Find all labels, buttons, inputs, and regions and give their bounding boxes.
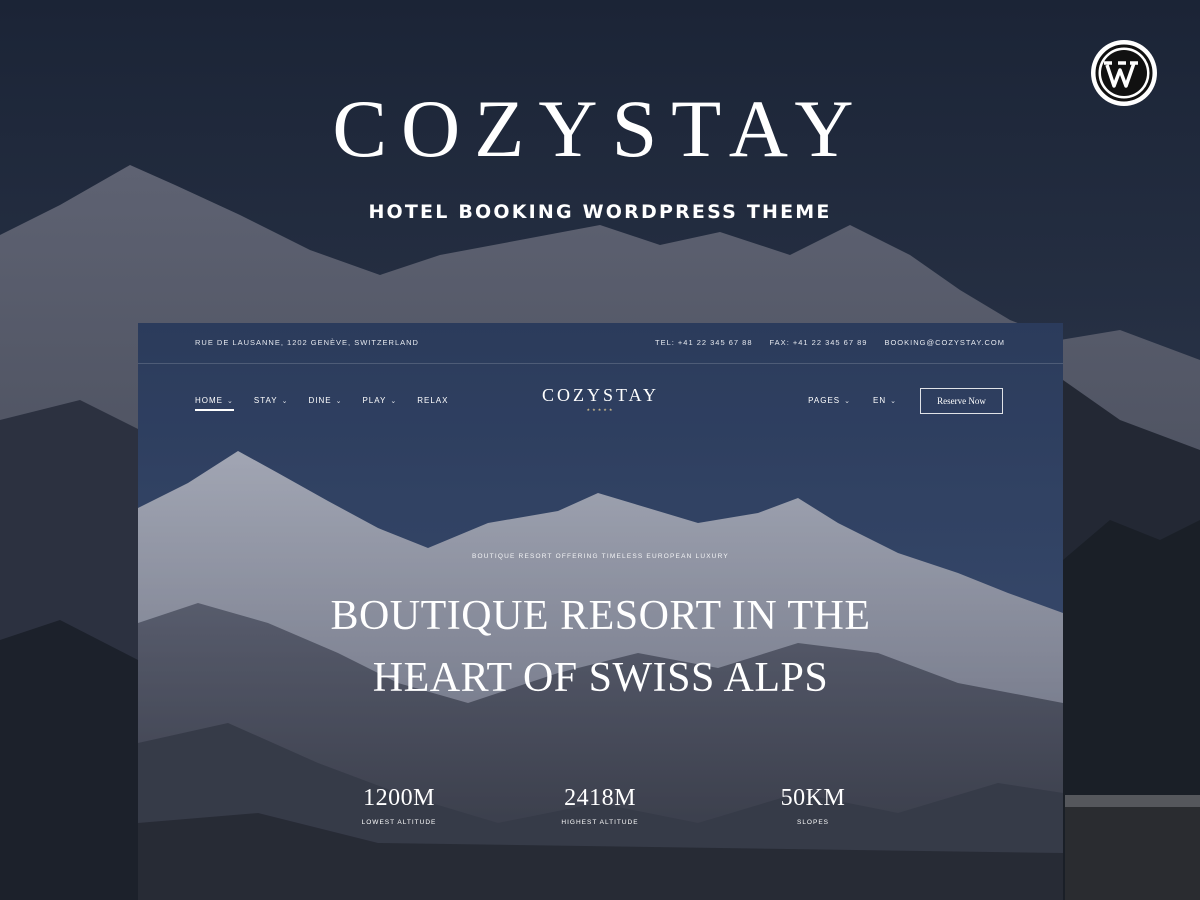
fax-text: FAX: +41 22 345 67 89 — [769, 338, 868, 347]
nav-item-pages[interactable]: PAGES ⌄ — [808, 396, 851, 405]
stat-highest-altitude: 2418M HIGHEST ALTITUDE — [510, 785, 690, 826]
language-selector[interactable]: EN ⌄ — [873, 396, 897, 405]
stat-value: 1200M — [363, 785, 435, 811]
theme-preview-window: RUE DE LAUSANNE, 1202 GENÈVE, SWITZERLAN… — [138, 323, 1063, 900]
chevron-down-icon: ⌄ — [890, 398, 897, 405]
stat-label: LOWEST ALTITUDE — [361, 819, 437, 826]
main-navigation: HOME ⌄ STAY ⌄ DINE ⌄ PLAY ⌄ RELAX COZYSTAY ★… — [138, 363, 1063, 443]
hero-title-line: BOUTIQUE RESORT IN THE — [330, 593, 871, 639]
hero-title-line: HEART OF SWISS ALPS — [372, 655, 829, 701]
reserve-now-button[interactable]: Reserve Now — [920, 388, 1003, 414]
stat-value: 2418M — [564, 785, 636, 811]
promo-subtitle: HOTEL BOOKING WORDPRESS THEME — [368, 201, 832, 223]
stat-value: 50KM — [780, 785, 846, 811]
email-link[interactable]: BOOKING@COZYSTAY.COM — [884, 338, 1005, 347]
contact-topbar: RUE DE LAUSANNE, 1202 GENÈVE, SWITZERLAN… — [138, 323, 1063, 364]
promo-banner: COZYSTAY HOTEL BOOKING WORDPRESS THEME R… — [0, 0, 1200, 900]
contact-info: TEL: +41 22 345 67 88 FAX: +41 22 345 67… — [655, 338, 1005, 347]
stat-label: HIGHEST ALTITUDE — [561, 819, 639, 826]
nav-item-label: EN — [873, 396, 887, 405]
stat-lowest-altitude: 1200M LOWEST ALTITUDE — [309, 785, 489, 826]
nav-right-menu: PAGES ⌄ EN ⌄ — [808, 396, 897, 405]
nav-item-label: PAGES — [808, 396, 841, 405]
stat-label: SLOPES — [796, 819, 829, 826]
stat-slopes: 50KM SLOPES — [723, 785, 903, 826]
hero-title: BOUTIQUE RESORT IN THE HEART OF SWISS AL… — [138, 585, 1063, 709]
wordpress-logo-icon — [1091, 40, 1157, 106]
chevron-down-icon: ⌄ — [844, 398, 851, 405]
hero-eyebrow: BOUTIQUE RESORT OFFERING TIMELESS EUROPE… — [472, 553, 729, 560]
address-text: RUE DE LAUSANNE, 1202 GENÈVE, SWITZERLAN… — [195, 338, 419, 347]
phone-link[interactable]: TEL: +41 22 345 67 88 — [655, 338, 753, 347]
promo-brand-title: COZYSTAY — [332, 83, 868, 174]
